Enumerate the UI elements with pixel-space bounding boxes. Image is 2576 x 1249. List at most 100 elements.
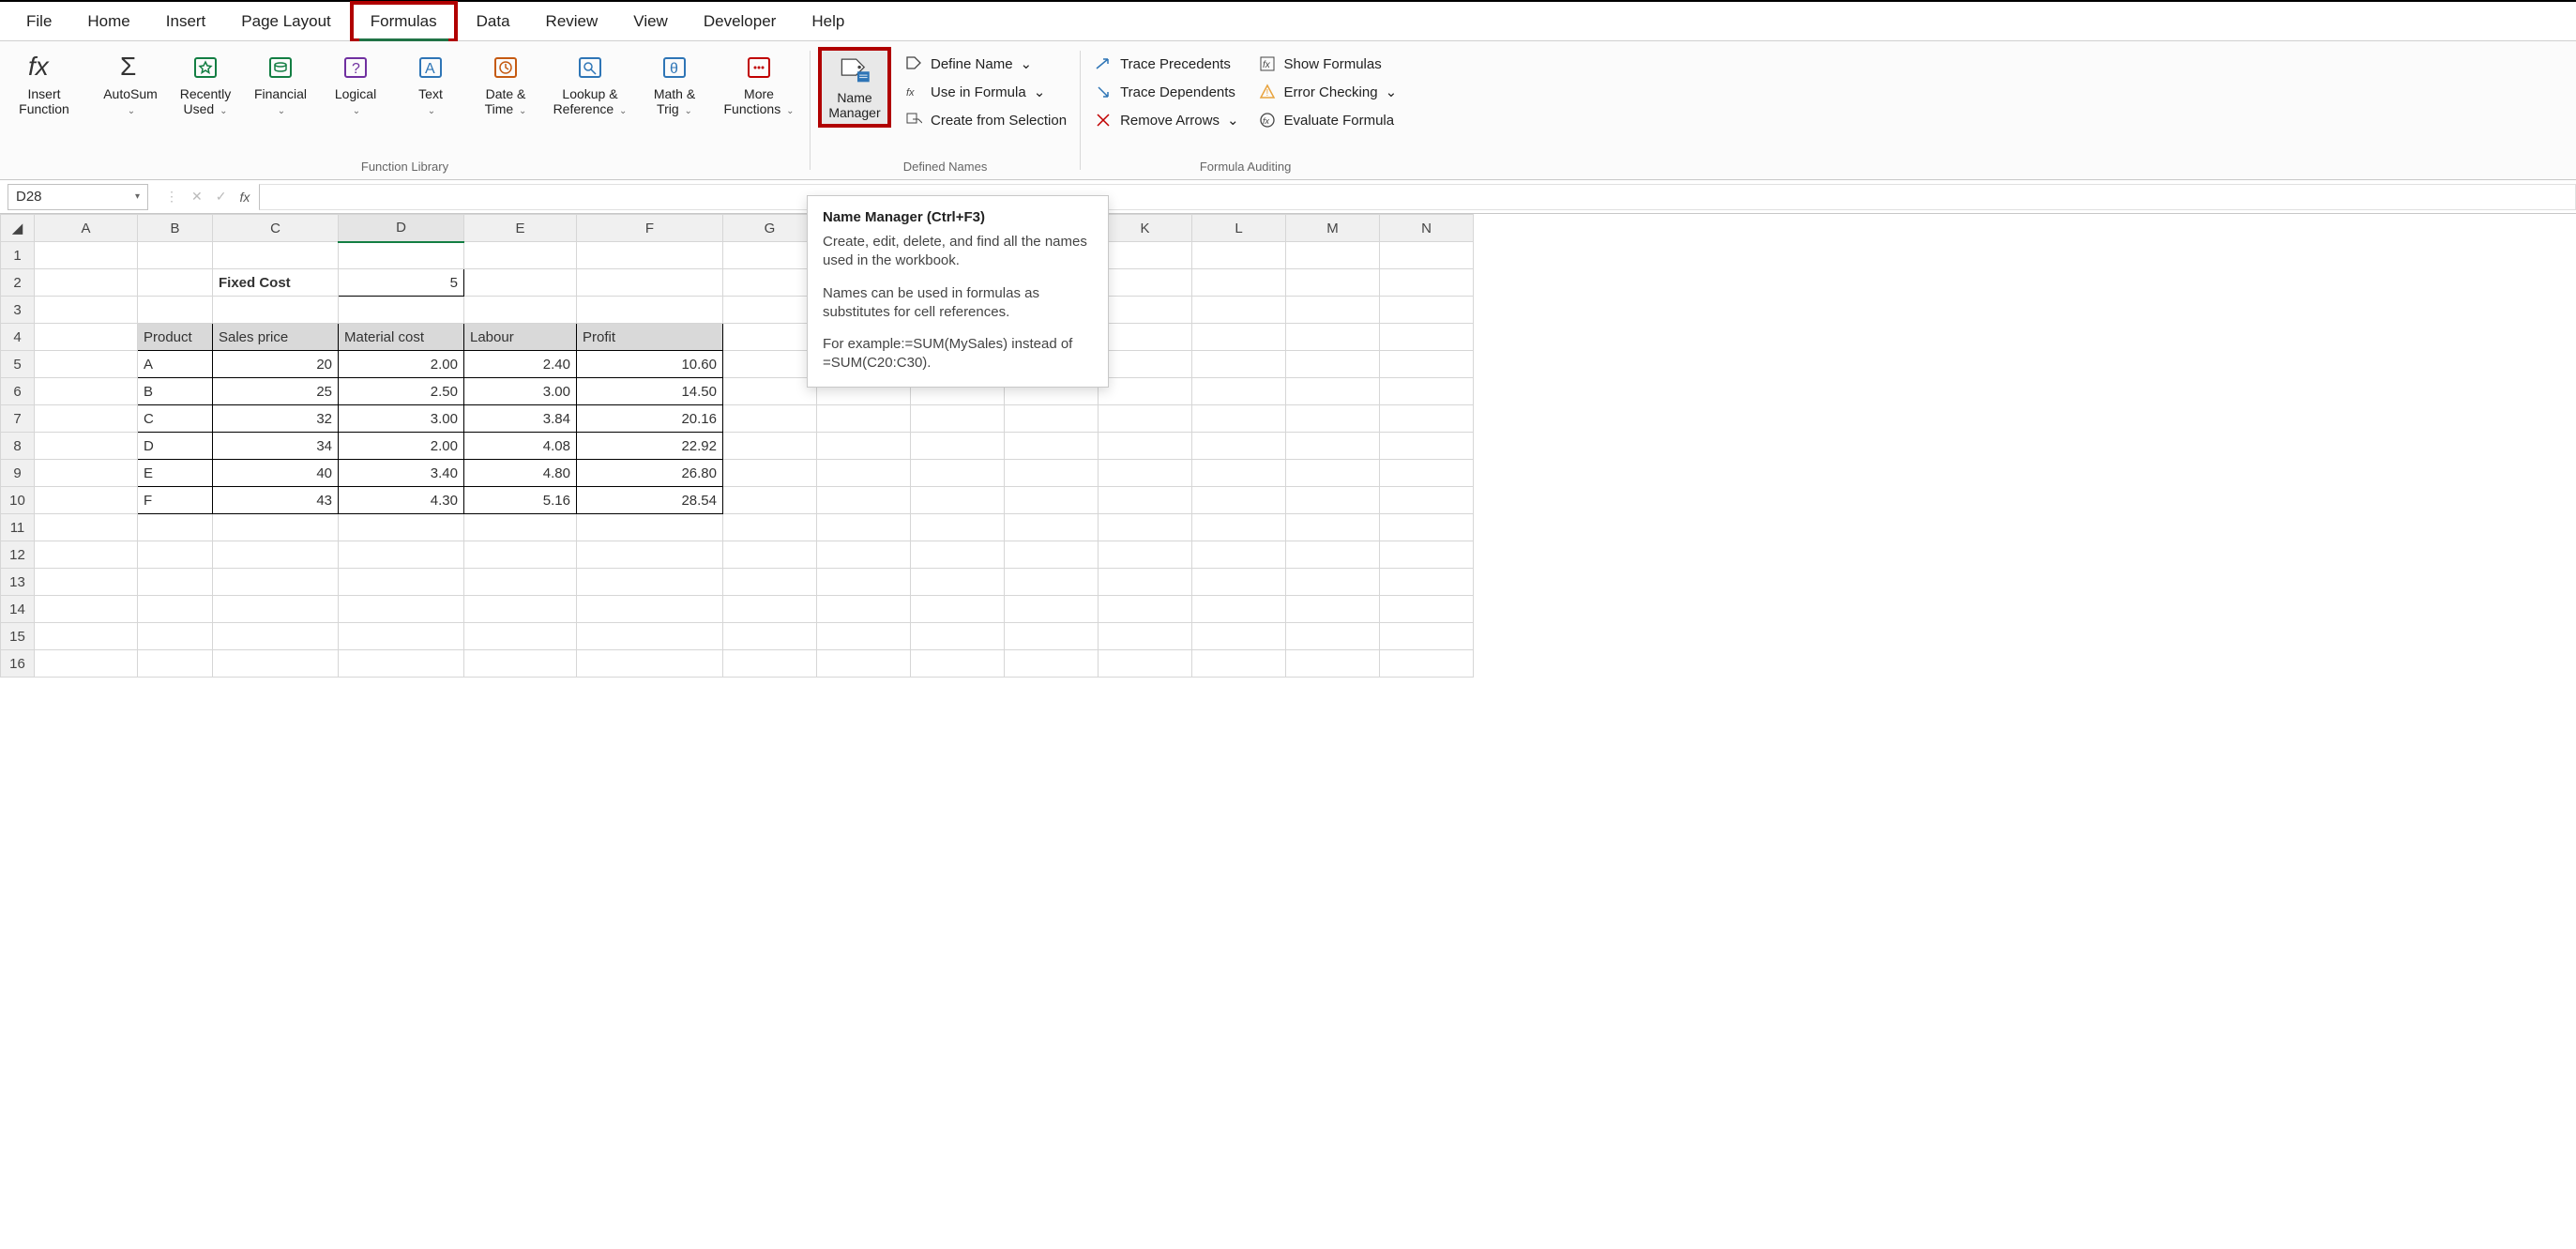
cell[interactable] bbox=[911, 405, 1005, 433]
cell[interactable] bbox=[339, 596, 464, 623]
cell[interactable] bbox=[723, 460, 817, 487]
cell[interactable] bbox=[339, 569, 464, 596]
math-trig-button[interactable]: θ Math & Trig ⌄ bbox=[641, 47, 708, 121]
cell[interactable] bbox=[339, 242, 464, 269]
cell[interactable]: 10.60 bbox=[577, 351, 723, 378]
cell[interactable] bbox=[723, 297, 817, 324]
cell[interactable] bbox=[464, 242, 577, 269]
cell[interactable] bbox=[35, 405, 138, 433]
cell[interactable] bbox=[1099, 242, 1192, 269]
col-header[interactable]: G bbox=[723, 215, 817, 242]
cell[interactable] bbox=[817, 487, 911, 514]
cell[interactable] bbox=[911, 569, 1005, 596]
cell[interactable] bbox=[35, 541, 138, 569]
cell[interactable] bbox=[1099, 514, 1192, 541]
cell[interactable] bbox=[1380, 650, 1474, 678]
cell[interactable] bbox=[911, 514, 1005, 541]
cell[interactable] bbox=[1005, 650, 1099, 678]
col-header[interactable]: C bbox=[213, 215, 339, 242]
cell[interactable]: 5 bbox=[339, 269, 464, 297]
cell[interactable]: 4.30 bbox=[339, 487, 464, 514]
cell[interactable] bbox=[1005, 405, 1099, 433]
cell[interactable]: 2.00 bbox=[339, 351, 464, 378]
cell[interactable]: 34 bbox=[213, 433, 339, 460]
row-header[interactable]: 2 bbox=[1, 269, 35, 297]
cell[interactable] bbox=[911, 433, 1005, 460]
cell[interactable] bbox=[1005, 569, 1099, 596]
cell[interactable] bbox=[1192, 297, 1286, 324]
cell[interactable] bbox=[213, 242, 339, 269]
cell[interactable] bbox=[817, 596, 911, 623]
cell[interactable]: Material cost bbox=[339, 324, 464, 351]
logical-button[interactable]: ? Logical⌄ bbox=[322, 47, 389, 121]
cell[interactable] bbox=[911, 650, 1005, 678]
cell[interactable] bbox=[1192, 623, 1286, 650]
cell[interactable]: 20.16 bbox=[577, 405, 723, 433]
cell[interactable] bbox=[339, 297, 464, 324]
cell[interactable] bbox=[464, 541, 577, 569]
cell[interactable] bbox=[1380, 351, 1474, 378]
formula-input[interactable] bbox=[259, 184, 2576, 210]
cell[interactable] bbox=[1380, 569, 1474, 596]
tab-formulas[interactable]: Formulas bbox=[350, 1, 458, 42]
cell[interactable] bbox=[577, 541, 723, 569]
cell[interactable]: 2.00 bbox=[339, 433, 464, 460]
cell[interactable] bbox=[464, 514, 577, 541]
cell[interactable]: 3.00 bbox=[339, 405, 464, 433]
error-checking-button[interactable]: ! Error Checking ⌄ bbox=[1252, 81, 1403, 103]
cell[interactable]: 40 bbox=[213, 460, 339, 487]
row-header[interactable]: 16 bbox=[1, 650, 35, 678]
cell[interactable] bbox=[1099, 650, 1192, 678]
text-button[interactable]: A Text⌄ bbox=[397, 47, 464, 121]
more-functions-button[interactable]: More Functions ⌄ bbox=[716, 47, 802, 121]
financial-button[interactable]: Financial⌄ bbox=[247, 47, 314, 121]
cell[interactable]: Sales price bbox=[213, 324, 339, 351]
cell[interactable] bbox=[817, 514, 911, 541]
cell[interactable] bbox=[1192, 433, 1286, 460]
row-header[interactable]: 14 bbox=[1, 596, 35, 623]
cell[interactable]: Profit bbox=[577, 324, 723, 351]
cell[interactable]: B bbox=[138, 378, 213, 405]
cell[interactable] bbox=[723, 623, 817, 650]
cell[interactable]: F bbox=[138, 487, 213, 514]
tab-data[interactable]: Data bbox=[460, 5, 527, 38]
row-header[interactable]: 10 bbox=[1, 487, 35, 514]
cell[interactable] bbox=[1286, 460, 1380, 487]
cell[interactable] bbox=[1099, 569, 1192, 596]
cell[interactable] bbox=[577, 569, 723, 596]
cell[interactable] bbox=[138, 297, 213, 324]
cell[interactable] bbox=[464, 623, 577, 650]
cell[interactable] bbox=[213, 297, 339, 324]
cell[interactable] bbox=[911, 623, 1005, 650]
chevron-down-icon[interactable]: ▾ bbox=[135, 191, 140, 202]
cell[interactable] bbox=[577, 269, 723, 297]
cell[interactable] bbox=[464, 297, 577, 324]
cell[interactable]: 43 bbox=[213, 487, 339, 514]
cell[interactable] bbox=[35, 433, 138, 460]
cell[interactable] bbox=[1005, 514, 1099, 541]
cell[interactable] bbox=[1286, 324, 1380, 351]
cell[interactable] bbox=[577, 650, 723, 678]
cell[interactable] bbox=[1380, 324, 1474, 351]
cell[interactable]: A bbox=[138, 351, 213, 378]
row-header[interactable]: 9 bbox=[1, 460, 35, 487]
cell[interactable] bbox=[817, 569, 911, 596]
cell[interactable] bbox=[35, 514, 138, 541]
cell[interactable] bbox=[1099, 324, 1192, 351]
cell[interactable]: 2.50 bbox=[339, 378, 464, 405]
cell[interactable] bbox=[138, 569, 213, 596]
trace-precedents-button[interactable]: Trace Precedents bbox=[1088, 53, 1244, 75]
cell[interactable] bbox=[1099, 269, 1192, 297]
cell[interactable] bbox=[464, 596, 577, 623]
cell[interactable]: 2.40 bbox=[464, 351, 577, 378]
row-header[interactable]: 1 bbox=[1, 242, 35, 269]
cell[interactable] bbox=[213, 623, 339, 650]
cell[interactable] bbox=[464, 269, 577, 297]
remove-arrows-button[interactable]: Remove Arrows ⌄ bbox=[1088, 109, 1244, 131]
cell[interactable] bbox=[1380, 596, 1474, 623]
cell[interactable] bbox=[1192, 378, 1286, 405]
cell[interactable] bbox=[1380, 541, 1474, 569]
cell[interactable] bbox=[213, 514, 339, 541]
lookup-reference-button[interactable]: Lookup & Reference ⌄ bbox=[547, 47, 633, 121]
cell[interactable] bbox=[723, 351, 817, 378]
